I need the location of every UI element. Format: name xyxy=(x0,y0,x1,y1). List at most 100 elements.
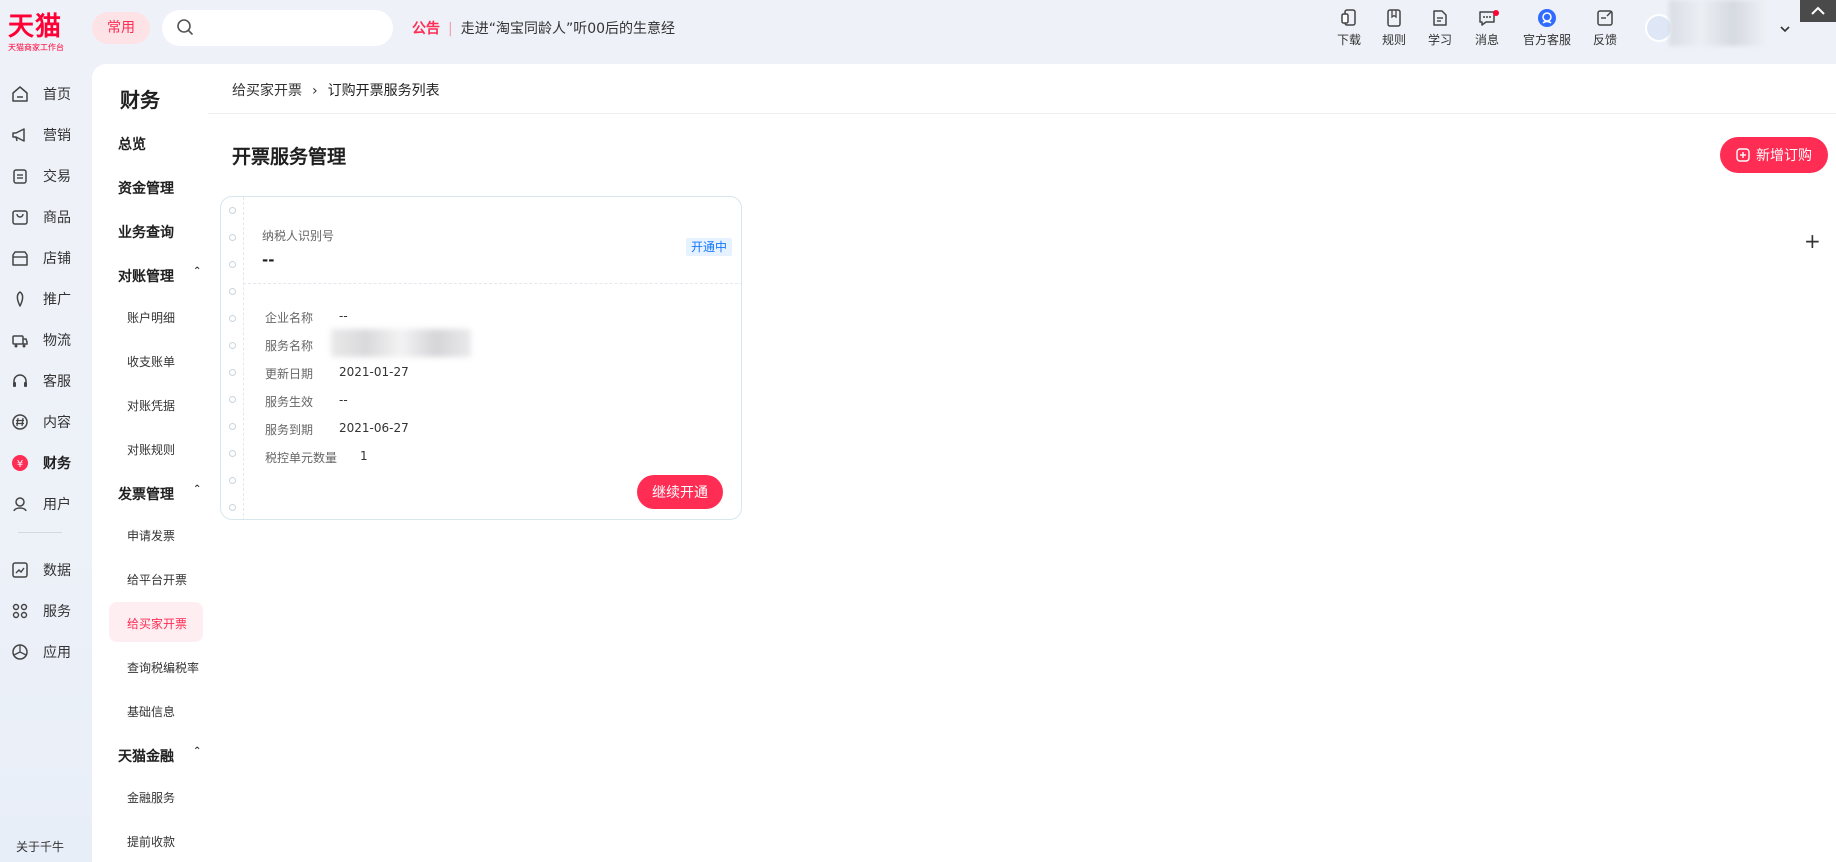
subnav-fund-management[interactable]: 资金管理 xyxy=(118,178,174,198)
field-service-expiry: 服务到期 2021-06-27 xyxy=(265,421,409,438)
trade-icon xyxy=(11,167,29,185)
subnav-reconciliation-voucher[interactable]: 对账凭据 xyxy=(127,397,175,414)
subnav-invoice-to-platform[interactable]: 给平台开票 xyxy=(127,571,187,588)
chevron-up-icon[interactable]: ⌃ xyxy=(193,266,201,277)
subnav-income-expense-bill[interactable]: 收支账单 xyxy=(127,353,175,370)
window-collapse-button[interactable] xyxy=(1800,0,1836,22)
new-order-button[interactable]: 新增订购 xyxy=(1720,137,1828,173)
svg-text:¥: ¥ xyxy=(17,459,23,470)
rail-item-label: 营销 xyxy=(43,128,71,144)
rail-item-product[interactable]: 商品 xyxy=(0,201,92,233)
field-tax-unit-count: 税控单元数量 1 xyxy=(265,449,368,466)
rail-item-data[interactable]: 数据 xyxy=(0,554,92,586)
rail-item-marketing[interactable]: 营销 xyxy=(0,119,92,151)
subnav-invoice-to-buyer[interactable]: 给买家开票 xyxy=(127,615,187,632)
field-key: 税控单元数量 xyxy=(265,451,338,465)
subnav-early-collection[interactable]: 提前收款 xyxy=(127,833,175,850)
chevron-down-icon[interactable] xyxy=(1780,22,1790,37)
field-value: -- xyxy=(339,393,348,407)
feedback-button[interactable]: 反馈 xyxy=(1575,8,1635,47)
logo-subtitle: 天猫商家工作台 xyxy=(8,43,64,52)
page-title: 开票服务管理 xyxy=(232,146,347,168)
rail-item-label: 用户 xyxy=(43,497,71,513)
subnav-apply-invoice[interactable]: 申请发票 xyxy=(127,527,175,544)
chevron-right-icon: › xyxy=(312,83,318,99)
rail-item-user[interactable]: 用户 xyxy=(0,488,92,520)
breadcrumb: 给买家开票 › 订购开票服务列表 xyxy=(232,80,440,100)
subnav-business-query[interactable]: 业务查询 xyxy=(118,222,174,242)
continue-activation-button[interactable]: 继续开通 xyxy=(637,475,723,509)
rail-item-label: 推广 xyxy=(43,292,71,308)
subnav-group-invoice[interactable]: 发票管理 ⌃ xyxy=(118,484,201,504)
rail-item-label: 首页 xyxy=(43,87,71,103)
rail-item-promote[interactable]: 推广 xyxy=(0,283,92,315)
field-key: 企业名称 xyxy=(265,311,314,325)
search-box[interactable] xyxy=(162,10,393,46)
subnav-title: 财务 xyxy=(120,88,160,112)
about-qianniu-link[interactable]: 关于千牛 xyxy=(16,838,64,855)
message-label: 消息 xyxy=(1474,33,1499,47)
rail-item-label: 数据 xyxy=(43,563,71,579)
finance-subnav: 财务 总览 资金管理 业务查询 对账管理 ⌃ 账户明细 收支账单 对账凭据 对账… xyxy=(92,64,208,862)
rail-item-app[interactable]: 应用 xyxy=(0,636,92,668)
subnav-group-label: 对账管理 xyxy=(118,269,174,285)
user-account-menu[interactable] xyxy=(1645,0,1795,46)
field-key: 服务生效 xyxy=(265,395,314,409)
announcement-divider: | xyxy=(448,21,453,37)
status-badge: 开通中 xyxy=(686,238,733,256)
redacted-account-name xyxy=(1669,0,1765,46)
subnav-reconciliation-rules[interactable]: 对账规则 xyxy=(127,441,175,458)
field-service-name: 服务名称 xyxy=(265,337,313,354)
subnav-group-tmall-finance[interactable]: 天猫金融 ⌃ xyxy=(118,746,201,766)
rail-item-customer-service[interactable]: 客服 xyxy=(0,365,92,397)
subnav-tax-code-query[interactable]: 查询税编税率 xyxy=(127,659,199,676)
rail-item-label: 应用 xyxy=(43,645,71,661)
search-icon xyxy=(176,18,194,40)
announcement-text[interactable]: 走进“淘宝同龄人”听00后的生意经 xyxy=(461,21,675,37)
subnav-overview[interactable]: 总览 xyxy=(118,134,146,154)
subnav-basic-info[interactable]: 基础信息 xyxy=(127,703,175,720)
rail-item-trade[interactable]: 交易 xyxy=(0,160,92,192)
message-button[interactable]: 消息 xyxy=(1457,8,1517,47)
plus-icon[interactable]: + xyxy=(1804,231,1821,251)
breadcrumb-parent[interactable]: 给买家开票 xyxy=(232,83,302,99)
header-divider xyxy=(208,113,1836,114)
logistics-icon xyxy=(11,331,29,349)
main-content: 给买家开票 › 订购开票服务列表 开票服务管理 新增订购 + 纳税人识别号 -- 开… xyxy=(208,64,1836,862)
app-icon xyxy=(11,643,29,661)
chevron-up-icon[interactable]: ⌃ xyxy=(193,484,201,495)
subnav-group-label: 发票管理 xyxy=(118,487,174,503)
rail-item-label: 商品 xyxy=(43,210,71,226)
invoice-service-card: 纳税人识别号 -- 开通中 企业名称 -- 服务名称 更新日期 2021-01-… xyxy=(220,196,742,520)
field-value: 2021-06-27 xyxy=(339,421,409,435)
tmall-logo[interactable]: 天猫 天猫商家工作台 xyxy=(8,12,80,54)
search-input[interactable] xyxy=(202,16,382,40)
user-icon xyxy=(11,495,29,513)
official-service-button[interactable]: 官方客服 xyxy=(1517,8,1577,47)
rail-divider xyxy=(18,532,62,533)
chevron-up-icon[interactable]: ⌃ xyxy=(193,746,201,757)
store-icon xyxy=(11,249,29,267)
subnav-finance-service[interactable]: 金融服务 xyxy=(127,789,175,806)
rail-item-store[interactable]: 店铺 xyxy=(0,242,92,274)
redacted-service-name xyxy=(331,329,471,357)
feedback-icon xyxy=(1575,8,1635,28)
field-value: 1 xyxy=(360,449,368,463)
subnav-account-details[interactable]: 账户明细 xyxy=(127,309,175,326)
message-icon xyxy=(1457,8,1517,28)
feedback-label: 反馈 xyxy=(1592,33,1617,47)
rail-item-label: 客服 xyxy=(43,374,71,390)
rail-item-service[interactable]: 服务 xyxy=(0,595,92,627)
field-key: 服务到期 xyxy=(265,423,314,437)
subnav-group-reconciliation[interactable]: 对账管理 ⌃ xyxy=(118,266,201,286)
logo-text: 天猫 xyxy=(8,12,63,42)
rail-item-home[interactable]: 首页 xyxy=(0,78,92,110)
rail-item-label: 财务 xyxy=(43,456,71,472)
rail-item-finance[interactable]: ¥ 财务 xyxy=(0,447,92,479)
field-value: 2021-01-27 xyxy=(339,365,409,379)
rail-item-content[interactable]: 内容 xyxy=(0,406,92,438)
rail-item-logistics[interactable]: 物流 xyxy=(0,324,92,356)
favorites-button[interactable]: 常用 xyxy=(92,12,150,44)
new-order-label: 新增订购 xyxy=(1756,147,1812,163)
announcement[interactable]: 公告 | 走进“淘宝同龄人”听00后的生意经 xyxy=(412,18,675,38)
